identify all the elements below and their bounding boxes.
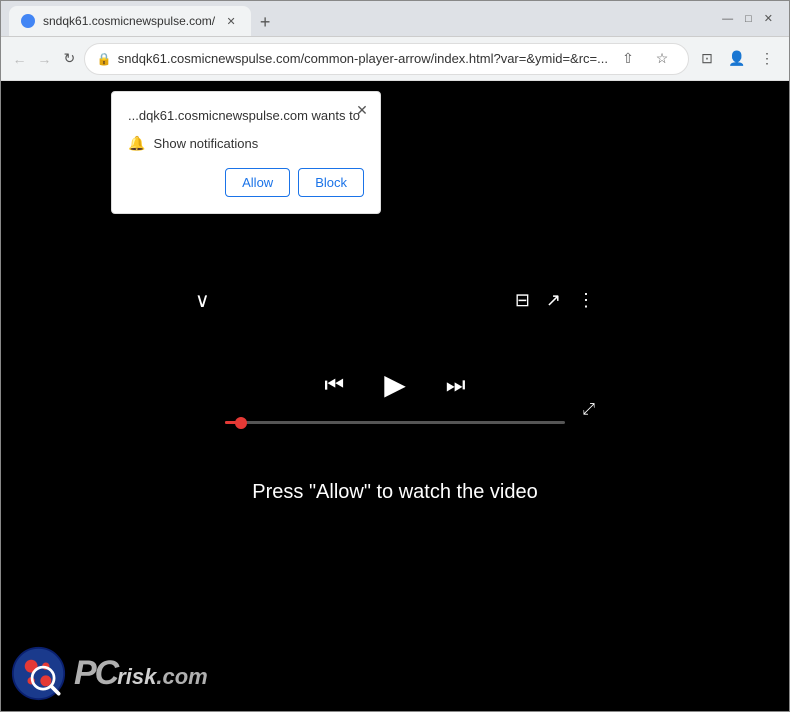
back-button[interactable]: ← [9,45,30,73]
bell-icon: 🔔 [128,135,145,152]
watermark-dotcom: .com [156,664,207,690]
progress-bar[interactable] [225,421,565,424]
queue-icon[interactable]: ⊟ [515,290,530,311]
progress-dot [235,417,247,429]
address-bar[interactable]: 🔒 sndqk61.cosmicnewspulse.com/common-pla… [84,43,689,75]
chevron-down-icon[interactable]: ∨ [195,288,210,313]
watermark-risk: risk [117,664,156,690]
active-tab[interactable]: sndqk61.cosmicnewspulse.com/ ✕ [9,6,251,36]
address-text: sndqk61.cosmicnewspulse.com/common-playe… [118,51,608,66]
notification-popup: ✕ ...dqk61.cosmicnewspulse.com wants to … [111,91,381,214]
toolbar: ← → ↻ 🔒 sndqk61.cosmicnewspulse.com/comm… [1,37,789,81]
player-top-bar: ∨ ⊟ ↗ ⋮ [195,288,595,313]
forward-button[interactable]: → [34,45,55,73]
reload-button[interactable]: ↻ [59,45,80,73]
browser-frame: sndqk61.cosmicnewspulse.com/ ✕ + — □ ✕ ←… [0,0,790,712]
content-area: ✕ ...dqk61.cosmicnewspulse.com wants to … [1,81,789,711]
player-top-icons: ⊟ ↗ ⋮ [515,290,595,311]
player-message: Press "Allow" to watch the video [252,481,537,504]
new-tab-button[interactable]: + [251,8,279,36]
fullscreen-button[interactable]: ⤢ [582,401,595,419]
close-window-button[interactable]: ✕ [764,12,773,25]
tab-favicon [21,14,35,28]
player-controls: ∨ ⊟ ↗ ⋮ ⏮ ▶ ⏭ ⤢ [195,368,595,424]
next-button[interactable]: ⏭ [446,372,466,398]
share-page-button[interactable]: ⇧ [614,45,642,73]
tab-close-button[interactable]: ✕ [223,13,239,29]
transport-controls: ⏮ ▶ ⏭ [324,368,465,401]
more-icon[interactable]: ⋮ [577,290,595,311]
tab-bar: sndqk61.cosmicnewspulse.com/ ✕ + [9,1,718,36]
minimize-button[interactable]: — [722,13,733,25]
popup-buttons: Allow Block [128,168,364,197]
pcrisk-logo [11,646,66,701]
maximize-button[interactable]: □ [745,13,752,25]
popup-permission-row: 🔔 Show notifications [128,135,364,152]
watermark-pc: PC [74,654,117,693]
progress-area[interactable]: ⤢ [195,421,595,424]
tab-title: sndqk61.cosmicnewspulse.com/ [43,14,215,28]
popup-site-text: ...dqk61.cosmicnewspulse.com wants to [128,108,364,123]
block-button[interactable]: Block [298,168,364,197]
window-controls: — □ ✕ [722,12,781,25]
title-bar: sndqk61.cosmicnewspulse.com/ ✕ + — □ ✕ [1,1,789,37]
lock-icon: 🔒 [97,52,112,66]
watermark: PC risk .com [11,646,208,701]
prev-button[interactable]: ⏮ [324,372,344,398]
profile-button[interactable]: 👤 [723,45,751,73]
play-button[interactable]: ▶ [384,368,406,401]
toolbar-icons: ⊡ 👤 ⋮ [693,45,781,73]
menu-button[interactable]: ⋮ [753,45,781,73]
share-icon[interactable]: ↗ [546,290,561,311]
bookmark-button[interactable]: ☆ [648,45,676,73]
popup-permission-text: Show notifications [153,136,258,151]
popup-close-button[interactable]: ✕ [352,100,372,120]
extensions-button[interactable]: ⊡ [693,45,721,73]
allow-button[interactable]: Allow [225,168,290,197]
watermark-text-container: PC risk .com [74,654,208,693]
